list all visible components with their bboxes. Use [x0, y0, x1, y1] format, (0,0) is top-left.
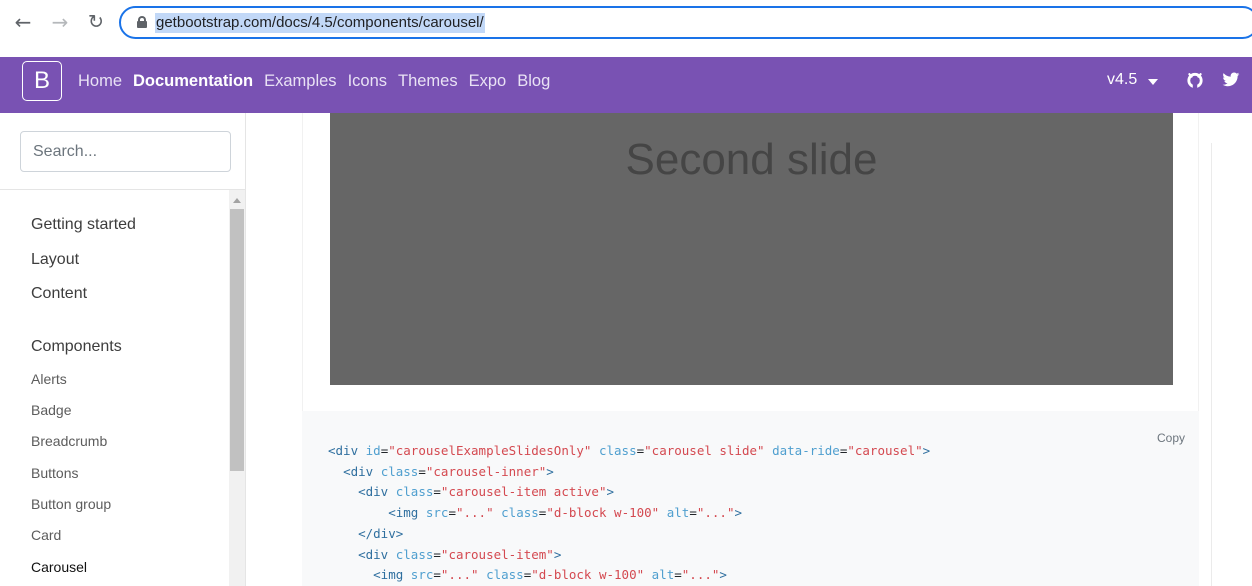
- nav-link-expo[interactable]: Expo: [469, 72, 507, 91]
- nav-link-themes[interactable]: Themes: [398, 72, 458, 91]
- search-input[interactable]: Search...: [20, 131, 231, 172]
- code-snippet: <div id="carouselExampleSlidesOnly" clas…: [328, 441, 930, 586]
- nav-link-blog[interactable]: Blog: [517, 72, 550, 91]
- version-dropdown[interactable]: v4.5: [1107, 71, 1137, 89]
- code-line: <img src="..." class="d-block w-100" alt…: [388, 505, 743, 521]
- nav-links: Home Documentation Examples Icons Themes…: [78, 57, 561, 105]
- url-text[interactable]: getbootstrap.com/docs/4.5/components/car…: [155, 13, 485, 33]
- carousel-example: Second slide: [302, 113, 1199, 411]
- code-line: <div class="carousel-inner">: [343, 463, 554, 479]
- docs-sidebar: Search... Getting started Layout Content…: [0, 113, 246, 586]
- browser-toolbar: ← → ↻ getbootstrap.com/docs/4.5/componen…: [0, 0, 1252, 57]
- sidebar-item-carousel[interactable]: Carousel: [31, 559, 87, 575]
- github-icon[interactable]: [1186, 71, 1204, 89]
- main-content: Second slide Copy <div id="carouselExamp…: [247, 113, 1252, 586]
- carousel-slide: Second slide: [330, 113, 1173, 385]
- sidebar-item-alerts[interactable]: Alerts: [31, 371, 67, 387]
- code-line: <div class="carousel-item active">: [358, 484, 615, 500]
- code-line: <div class="carousel-item">: [358, 546, 562, 562]
- sidebar-item-badge[interactable]: Badge: [31, 402, 71, 418]
- scroll-up-arrow-icon[interactable]: [233, 198, 241, 203]
- back-arrow-icon[interactable]: ←: [10, 9, 36, 35]
- site-navbar: B Home Documentation Examples Icons Them…: [0, 57, 1252, 113]
- caret-down-icon[interactable]: [1148, 79, 1158, 85]
- sidebar-item-components[interactable]: Components: [31, 338, 122, 356]
- toc-divider: [1211, 143, 1212, 586]
- sidebar-item-card[interactable]: Card: [31, 527, 61, 543]
- bootstrap-logo[interactable]: B: [22, 61, 62, 101]
- sidebar-scrollbar-thumb[interactable]: [230, 209, 244, 471]
- sidebar-item-layout[interactable]: Layout: [31, 251, 79, 269]
- slide-caption: Second slide: [625, 135, 878, 184]
- nav-link-home[interactable]: Home: [78, 72, 122, 91]
- sidebar-divider: [0, 189, 246, 190]
- nav-link-icons[interactable]: Icons: [348, 72, 387, 91]
- sidebar-item-buttons[interactable]: Buttons: [31, 465, 78, 481]
- code-line: </div>: [358, 525, 404, 541]
- sidebar-item-breadcrumb[interactable]: Breadcrumb: [31, 433, 107, 449]
- code-line: <img src="..." class="d-block w-100" alt…: [373, 567, 727, 583]
- copy-button[interactable]: Copy: [1157, 431, 1185, 445]
- nav-link-examples[interactable]: Examples: [264, 72, 336, 91]
- sidebar-item-content[interactable]: Content: [31, 285, 87, 303]
- nav-link-documentation[interactable]: Documentation: [133, 72, 253, 91]
- sidebar-item-button-group[interactable]: Button group: [31, 496, 111, 512]
- forward-arrow-icon[interactable]: →: [47, 9, 73, 35]
- reload-icon[interactable]: ↻: [83, 9, 109, 35]
- code-block: Copy <div id="carouselExampleSlidesOnly"…: [302, 411, 1199, 586]
- code-line: <div id="carouselExampleSlidesOnly" clas…: [328, 443, 931, 458]
- address-bar[interactable]: getbootstrap.com/docs/4.5/components/car…: [119, 6, 1252, 39]
- twitter-icon[interactable]: [1222, 72, 1240, 88]
- lock-icon[interactable]: [137, 16, 147, 28]
- sidebar-item-getting-started[interactable]: Getting started: [31, 216, 136, 234]
